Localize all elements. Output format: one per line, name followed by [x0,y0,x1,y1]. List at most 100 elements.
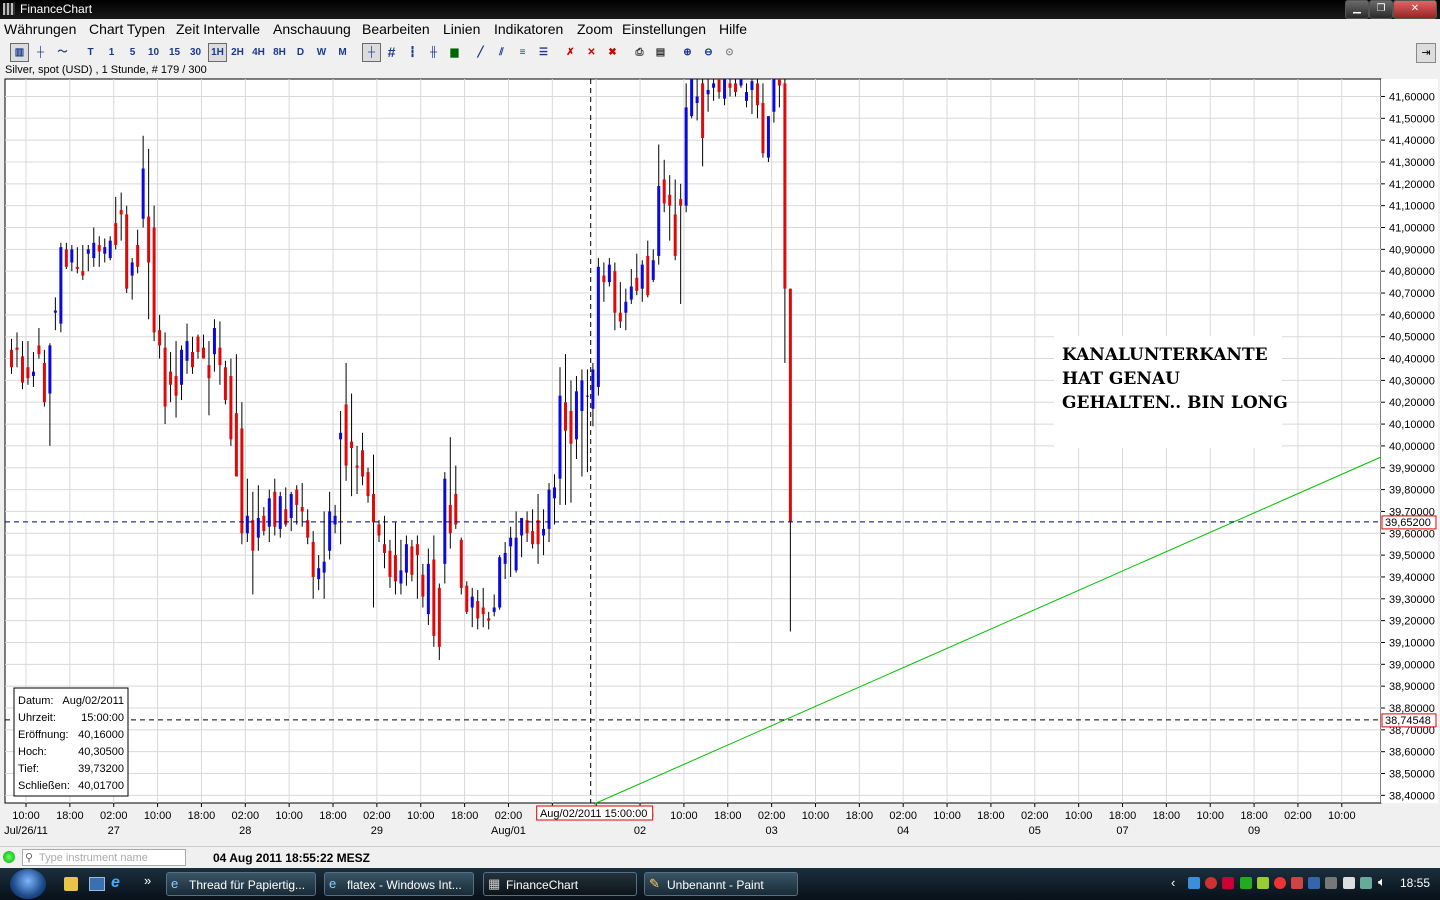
task-paint[interactable]: ✎ Unbenannt - Paint [644,872,798,896]
instrument-search-input[interactable]: ⚲ Type instrument name [22,849,186,866]
candle-body [607,264,611,283]
candle-body [426,563,430,615]
tray-app-icon[interactable] [1222,877,1234,889]
candle-body [509,537,513,547]
ie-quicklaunch-icon[interactable]: e [111,874,120,892]
menu-anschauung[interactable]: Anschauung [273,21,351,37]
start-button[interactable] [10,869,46,899]
maximize-button[interactable]: ❐ [1369,0,1393,19]
tray-update-icon[interactable] [1257,877,1269,889]
candle-body [542,528,546,536]
y-tick-label: 38,60000 [1389,747,1435,759]
chart-area[interactable]: 41,60000 41,50000 41,40000 41,30000 41,20000… [4,78,1440,838]
volume-icon[interactable]: ┇ [404,44,421,61]
tray-expand-icon[interactable]: ‹ [1171,875,1175,890]
delete-all-icon[interactable]: ✖ [604,44,621,61]
bar-chart-icon[interactable]: ┼ [32,44,49,61]
histogram-icon[interactable]: ▆ [446,44,463,61]
price-chart[interactable]: 41,60000 41,50000 41,40000 41,30000 41,20000… [4,78,1440,838]
interval-t-button[interactable]: T [82,44,99,61]
y-tick-label: 41,30000 [1389,157,1435,169]
zoom-in-icon[interactable]: ⊕ [679,44,696,61]
print-preview-icon[interactable]: ▤ [652,44,669,61]
menu-indikatoren[interactable]: Indikatoren [494,21,563,37]
menu-einstellungen[interactable]: Einstellungen [622,21,706,37]
channel-icon[interactable]: ⫽ [493,44,510,61]
levels-icon[interactable]: ☰ [535,44,552,61]
tray-alert-icon[interactable] [1274,877,1286,889]
task-flatex[interactable]: e flatex - Windows Int... [324,872,474,896]
candle-body [712,83,716,88]
interval-w-button[interactable]: W [313,44,330,61]
candle-body [141,168,145,219]
menu-hilfe[interactable]: Hilfe [719,21,747,37]
tray-display-icon[interactable] [1360,877,1372,889]
x-date-label: 03 [765,825,777,837]
task-thread-papiertiger[interactable]: e Thread für Papiertig... [166,872,316,896]
y-tick-label: 41,20000 [1389,179,1435,191]
trendline-icon[interactable]: ╱ [472,44,489,61]
tray-settings-icon[interactable] [1325,877,1337,889]
interval-5-button[interactable]: 5 [124,44,141,61]
grid-icon[interactable]: # [383,44,400,61]
candlestick-chart-icon[interactable]: ▥ [10,43,29,62]
tray-chat-icon[interactable] [1291,877,1303,889]
tray-check-icon[interactable] [1240,877,1252,889]
minimize-button[interactable]: ▁ [1345,0,1369,19]
tray-power-icon[interactable] [1343,877,1355,889]
print-icon[interactable]: ⎙ [631,44,648,61]
menu-linien[interactable]: Linien [443,21,480,37]
menu-zeit-intervalle[interactable]: Zeit Intervalle [176,21,260,37]
menu-bearbeiten[interactable]: Bearbeiten [362,21,430,37]
menu-chart-typen[interactable]: Chart Typen [89,21,165,37]
close-button[interactable]: ✕ [1393,0,1437,19]
taskbar-clock[interactable]: 18:55 [1400,876,1430,890]
candle-body [717,79,721,93]
candle-body [629,286,633,300]
x-tick-label: 18:00 [1109,810,1137,822]
candle-body [92,242,96,259]
quicklaunch-overflow[interactable]: » [144,873,151,888]
tray-security-icon[interactable] [1205,877,1217,889]
folder-icon[interactable] [64,877,78,891]
x-tick-label: 18:00 [451,810,479,822]
interval-15-button[interactable]: 15 [166,44,183,61]
candle-body [553,487,557,499]
interval-30-button[interactable]: 30 [187,44,204,61]
task-financechart[interactable]: ▦ FinanceChart [483,872,637,896]
fibonacci-icon[interactable]: ≡ [514,44,531,61]
candle-body [750,81,754,90]
interval-1h-button[interactable]: 1H [208,43,227,62]
desktop-icon[interactable] [89,877,105,891]
interval-1-button[interactable]: 1 [103,44,120,61]
panel-toggle-icon[interactable]: ⇥ [1416,43,1436,63]
interval-m-button[interactable]: M [334,44,351,61]
menu-waehrungen[interactable]: Währungen [4,21,76,37]
volume-icon[interactable]: 🔈︎ [1378,874,1386,890]
candle-body [410,546,414,575]
candle-body [366,472,370,497]
interval-2h-button[interactable]: 2H [229,44,246,61]
candle-body [465,585,469,612]
task-label: flatex - Windows Int... [347,878,462,892]
menu-zoom[interactable]: Zoom [577,21,613,37]
interval-8h-button[interactable]: 8H [271,44,288,61]
zoom-reset-icon[interactable]: ⊙ [721,44,738,61]
delete-line-icon[interactable]: ✗ [562,44,579,61]
candle-body [70,249,74,263]
x-tick-label: 10:00 [275,810,303,822]
indicator-icon[interactable]: ╫ [425,44,442,61]
crosshair-icon[interactable]: ┼ [362,43,381,62]
candle-body [459,539,463,588]
tray-monitor-icon[interactable] [1308,877,1320,889]
line-chart-icon[interactable]: 〜 [54,44,71,61]
tray-network-icon[interactable] [1188,877,1200,889]
zoom-out-icon[interactable]: ⊖ [700,44,717,61]
interval-4h-button[interactable]: 4H [250,44,267,61]
x-date-label: 27 [108,825,120,837]
x-tick-label: 10:00 [670,810,698,822]
interval-d-button[interactable]: D [292,44,309,61]
candle-body [766,116,770,158]
interval-10-button[interactable]: 10 [145,44,162,61]
delete-icon[interactable]: ✕ [583,44,600,61]
